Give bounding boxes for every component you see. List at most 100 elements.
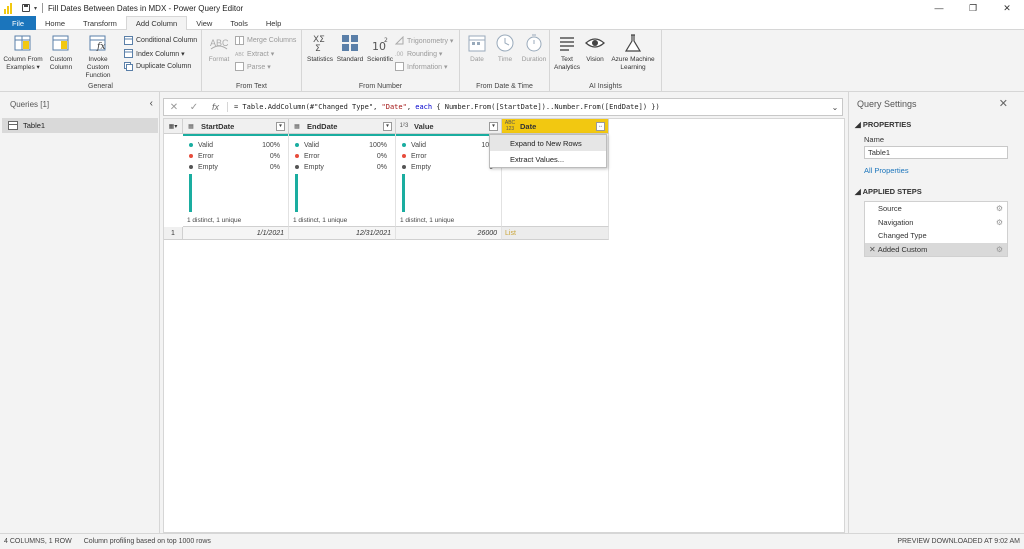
text-analytics-button[interactable]: Text Analytics <box>552 33 582 72</box>
number-type-icon[interactable]: 1²3 <box>396 123 412 129</box>
index-column-button[interactable]: Index Column ▾ <box>124 48 185 59</box>
properties-header[interactable]: ◢ PROPERTIES <box>855 120 911 129</box>
rounding-button[interactable]: .00 Rounding ▾ <box>395 48 442 59</box>
quick-access-dropdown-icon[interactable]: ▾ <box>34 5 37 12</box>
column-header-enddate[interactable]: ▦ EndDate ▾ <box>289 119 396 134</box>
any-type-icon[interactable]: ABC 123 <box>502 120 518 132</box>
commit-formula-icon[interactable]: ✓ <box>184 102 204 113</box>
date-type-icon[interactable]: ▦ <box>289 123 305 130</box>
duration-button[interactable]: Duration <box>519 33 549 64</box>
table-cell[interactable]: 1/1/2021 <box>183 227 289 240</box>
information-label: Information ▾ <box>407 63 448 71</box>
tab-home[interactable]: Home <box>36 16 74 30</box>
column-filter-dropdown-icon[interactable]: ▾ <box>489 121 498 131</box>
date-type-icon[interactable]: ▦ <box>183 123 199 130</box>
applied-steps-header[interactable]: ◢ APPLIED STEPS <box>855 187 922 196</box>
time-button[interactable]: Time <box>491 33 519 64</box>
menu-item-extract-values[interactable]: Extract Values... <box>490 151 606 167</box>
collapse-chevron-icon[interactable]: ‹ <box>150 98 153 109</box>
formula-prefix: = Table.AddColumn(#"Changed Type", <box>234 103 382 111</box>
restore-button[interactable]: ❐ <box>956 0 990 16</box>
format-button[interactable]: ABC Format <box>205 33 233 64</box>
index-column-icon <box>124 49 133 58</box>
extract-button[interactable]: ABC Extract ▾ <box>235 48 274 59</box>
table-cell[interactable]: 26000 <box>396 227 502 240</box>
invoke-function-icon: fx <box>88 33 108 53</box>
table-menu-icon[interactable]: ▦▾ <box>164 119 183 134</box>
query-item-table1[interactable]: Table1 <box>2 118 158 133</box>
stopwatch-icon <box>524 33 544 53</box>
tab-file[interactable]: File <box>0 16 36 30</box>
standard-button[interactable]: Standard <box>335 33 365 64</box>
tab-view[interactable]: View <box>187 16 221 30</box>
expand-formula-chevron-icon[interactable]: ⌄ <box>828 103 842 112</box>
all-properties-link[interactable]: All Properties <box>864 166 909 175</box>
conditional-column-icon <box>124 36 133 45</box>
custom-column-button[interactable]: Custom Column <box>45 33 77 72</box>
delete-step-icon[interactable]: ✕ <box>869 245 876 254</box>
conditional-column-button[interactable]: Conditional Column <box>124 35 197 46</box>
column-filter-dropdown-icon[interactable]: ▾ <box>276 121 285 131</box>
formula-input[interactable]: = Table.AddColumn(#"Changed Type", "Date… <box>228 103 828 111</box>
scientific-button[interactable]: 10 2 Scientific <box>365 33 395 64</box>
column-name: Value <box>414 121 434 131</box>
profile-value: 0% <box>376 152 387 160</box>
column-header-startdate[interactable]: ▦ StartDate ▾ <box>183 119 289 134</box>
status-profiling[interactable]: Column profiling based on top 1000 rows <box>84 538 211 545</box>
tab-transform[interactable]: Transform <box>74 16 126 30</box>
column-from-examples-button[interactable]: Column From Examples ▾ <box>3 33 43 72</box>
step-added-custom[interactable]: ✕ Added Custom ⚙ <box>865 242 1007 256</box>
tab-add-column[interactable]: Add Column <box>125 16 188 30</box>
merge-columns-button[interactable]: Merge Columns <box>235 35 296 46</box>
gear-icon[interactable]: ⚙ <box>996 245 1003 254</box>
column-profile-enddate: Valid 100% Error 0% Empty 0% 1 distinct, 1 … <box>289 134 396 227</box>
azure-machine-learning-button[interactable]: Azure Machine Learning <box>608 33 658 72</box>
date-button[interactable]: Date <box>463 33 491 64</box>
close-pane-icon[interactable]: ✕ <box>999 97 1008 110</box>
menu-item-expand-to-new-rows[interactable]: Expand to New Rows <box>490 135 606 151</box>
tab-help[interactable]: Help <box>257 16 290 30</box>
row-index[interactable]: 1 <box>164 227 183 240</box>
group-from-number: XΣ Σ Statistics Standard 10 2 Scientific T… <box>302 30 460 92</box>
group-label-from-text: From Text <box>236 83 267 90</box>
empty-dot-icon <box>189 165 193 169</box>
step-label: Added Custom <box>877 244 928 254</box>
column-filter-dropdown-icon[interactable]: ▾ <box>383 121 392 131</box>
vision-button[interactable]: Vision <box>582 33 608 64</box>
profile-value: 0% <box>269 152 280 160</box>
column-header-date[interactable]: ABC 123 Date ↔ <box>502 119 609 134</box>
information-button[interactable]: Information ▾ <box>395 61 447 72</box>
azure-machine-learning-label: Azure Machine Learning <box>611 56 655 71</box>
group-label-general: General <box>88 83 113 90</box>
window-title: Fill Dates Between Dates in MDX - Power … <box>48 3 244 13</box>
profile-label: Error <box>411 152 427 160</box>
table-cell[interactable]: 12/31/2021 <box>289 227 396 240</box>
fx-icon[interactable]: fx <box>204 102 228 112</box>
gear-icon[interactable]: ⚙ <box>996 218 1003 227</box>
queries-pane: Queries [1] ‹ Table1 <box>0 92 160 533</box>
column-header-value[interactable]: 1²3 Value ▾ <box>396 119 502 134</box>
step-navigation[interactable]: Navigation ⚙ <box>865 216 1007 230</box>
parse-button[interactable]: Parse ▾ <box>235 61 271 72</box>
minimize-button[interactable]: — <box>922 0 956 16</box>
cancel-formula-icon[interactable]: ✕ <box>164 102 184 113</box>
gear-icon[interactable]: ⚙ <box>996 204 1003 213</box>
tab-tools[interactable]: Tools <box>221 16 257 30</box>
list-cell-link[interactable]: List <box>502 227 609 240</box>
step-changed-type[interactable]: Changed Type <box>865 229 1007 243</box>
close-button[interactable]: ✕ <box>990 0 1024 16</box>
statistics-button[interactable]: XΣ Σ Statistics <box>305 33 335 64</box>
trigonometry-button[interactable]: Trigonometry ▾ <box>395 35 453 46</box>
table-icon <box>8 121 18 130</box>
error-dot-icon <box>295 154 299 158</box>
duplicate-column-button[interactable]: Duplicate Column <box>124 61 191 72</box>
invoke-custom-function-button[interactable]: fx Invoke Custom Function <box>77 33 119 80</box>
query-name-field[interactable]: Table1 <box>864 146 1008 159</box>
save-icon[interactable] <box>22 4 30 12</box>
step-source[interactable]: Source ⚙ <box>865 202 1007 216</box>
title-bar: ▾ Fill Dates Between Dates in MDX - Powe… <box>0 0 1024 16</box>
expand-column-icon[interactable]: ↔ <box>596 121 605 131</box>
standard-icon <box>340 33 360 53</box>
column-from-examples-icon <box>13 33 33 53</box>
profile-error: Error0 <box>402 151 493 161</box>
